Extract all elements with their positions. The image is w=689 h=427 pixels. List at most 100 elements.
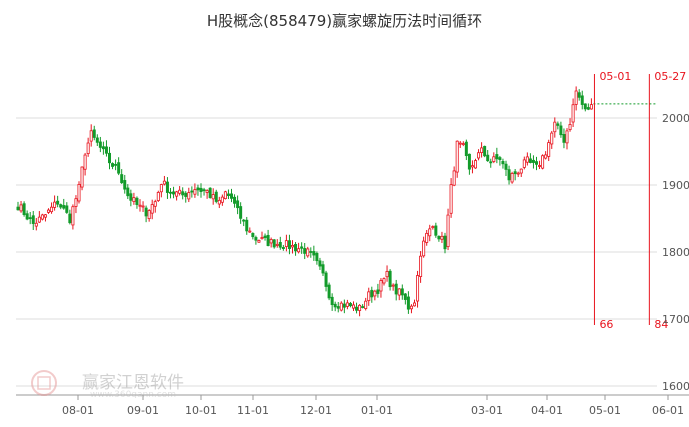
candle-body (281, 247, 285, 249)
candle-body (355, 306, 359, 311)
y-tick-label: 2000 (662, 112, 689, 125)
candle-body (257, 240, 261, 243)
candle-body (428, 228, 432, 237)
watermark-logo: 赢家江恩软件 www.360gann.com (31, 370, 184, 400)
candle-body (184, 192, 188, 197)
candle-body (550, 132, 554, 145)
candle-body (318, 260, 322, 267)
candle-body (422, 240, 426, 257)
candle-body (16, 206, 20, 211)
candle-body (431, 226, 435, 228)
candle-body (77, 183, 81, 202)
candle-body (239, 206, 243, 219)
candle-body (294, 243, 298, 252)
candle-body (364, 300, 368, 309)
candle-body (229, 193, 233, 199)
candle-body (342, 303, 346, 308)
candle-body (217, 199, 221, 205)
x-tick-label: 06-01 (652, 404, 684, 417)
candle-body (220, 196, 224, 203)
candle-body (193, 189, 197, 195)
candle-body (507, 169, 511, 181)
x-tick-label: 10-01 (185, 404, 217, 417)
candle-body (266, 234, 270, 246)
candle-body (165, 181, 169, 193)
candle-body (519, 168, 523, 174)
candle-body (446, 214, 450, 248)
candle-body (22, 203, 26, 215)
candle-body (416, 275, 420, 302)
candle-body (480, 147, 484, 153)
candle-body (120, 174, 124, 184)
candle-body (156, 192, 160, 201)
candle-body (108, 152, 112, 164)
candle-body (43, 214, 47, 218)
candle-body (434, 225, 438, 236)
candle-body (114, 163, 118, 166)
grid-layer (16, 117, 657, 387)
candle-body (324, 272, 328, 287)
candle-body (467, 153, 471, 170)
candle-body (403, 293, 407, 300)
candle-body (205, 190, 209, 193)
candle-body (269, 239, 273, 244)
candle-body (144, 207, 148, 217)
x-tick-label: 12-01 (300, 404, 332, 417)
candle-body (233, 196, 237, 204)
candle-body (242, 219, 246, 222)
candle-body (574, 90, 578, 105)
candle-body (562, 134, 566, 143)
candle-body (28, 217, 32, 220)
candle-body (443, 235, 447, 250)
candle-body (284, 240, 288, 247)
candle-body (251, 233, 255, 238)
candle-body (309, 251, 313, 253)
x-tick-label: 11-01 (237, 404, 269, 417)
candle-body (440, 235, 444, 240)
candle-body (458, 142, 462, 145)
candle-body (92, 129, 96, 138)
candle-body (388, 270, 392, 288)
candle-body (370, 289, 374, 298)
x-tick-label: 04-01 (531, 404, 563, 417)
candle-body (138, 204, 142, 207)
candle-body (412, 302, 416, 307)
candle-body (477, 152, 481, 159)
candle-body (544, 154, 548, 159)
candle-body (547, 142, 551, 157)
cycle-date-label: 05-27 (654, 70, 686, 83)
candle-body (47, 209, 51, 213)
candle-body (68, 213, 72, 224)
candle-body (437, 236, 441, 240)
candle-body (498, 157, 502, 160)
candle-body (83, 154, 87, 170)
candle-body (178, 189, 182, 194)
candle-body (214, 191, 218, 202)
candle-body (382, 278, 386, 284)
candle-body (495, 154, 499, 160)
candle-body (312, 251, 316, 256)
candle-body (510, 173, 514, 183)
candle-body (419, 255, 423, 277)
y-tick-label: 1900 (662, 179, 689, 192)
candle-body (373, 290, 377, 297)
candle-body (559, 125, 563, 136)
candle-body (303, 248, 307, 254)
candle-body (321, 264, 325, 274)
x-tick-label: 01-01 (361, 404, 393, 417)
candle-body (556, 123, 560, 126)
candle-body (391, 284, 395, 287)
candle-body (400, 288, 404, 296)
chart-root: H股概念(858479)赢家螺旋历法时间循环 05-01 66 05-27 84 16… (0, 0, 689, 427)
candle-body (172, 191, 176, 195)
candle-body (278, 242, 282, 248)
candle-body (406, 296, 410, 310)
candle-body (535, 161, 539, 165)
candle-body (541, 155, 545, 169)
chart-svg: 05-016605-2784 1600170018001900200008-01… (16, 70, 689, 417)
candle-body (223, 191, 227, 199)
candle-body (254, 237, 258, 241)
candle-body (80, 166, 84, 188)
candle-body (71, 206, 75, 226)
candle-body (409, 305, 413, 310)
